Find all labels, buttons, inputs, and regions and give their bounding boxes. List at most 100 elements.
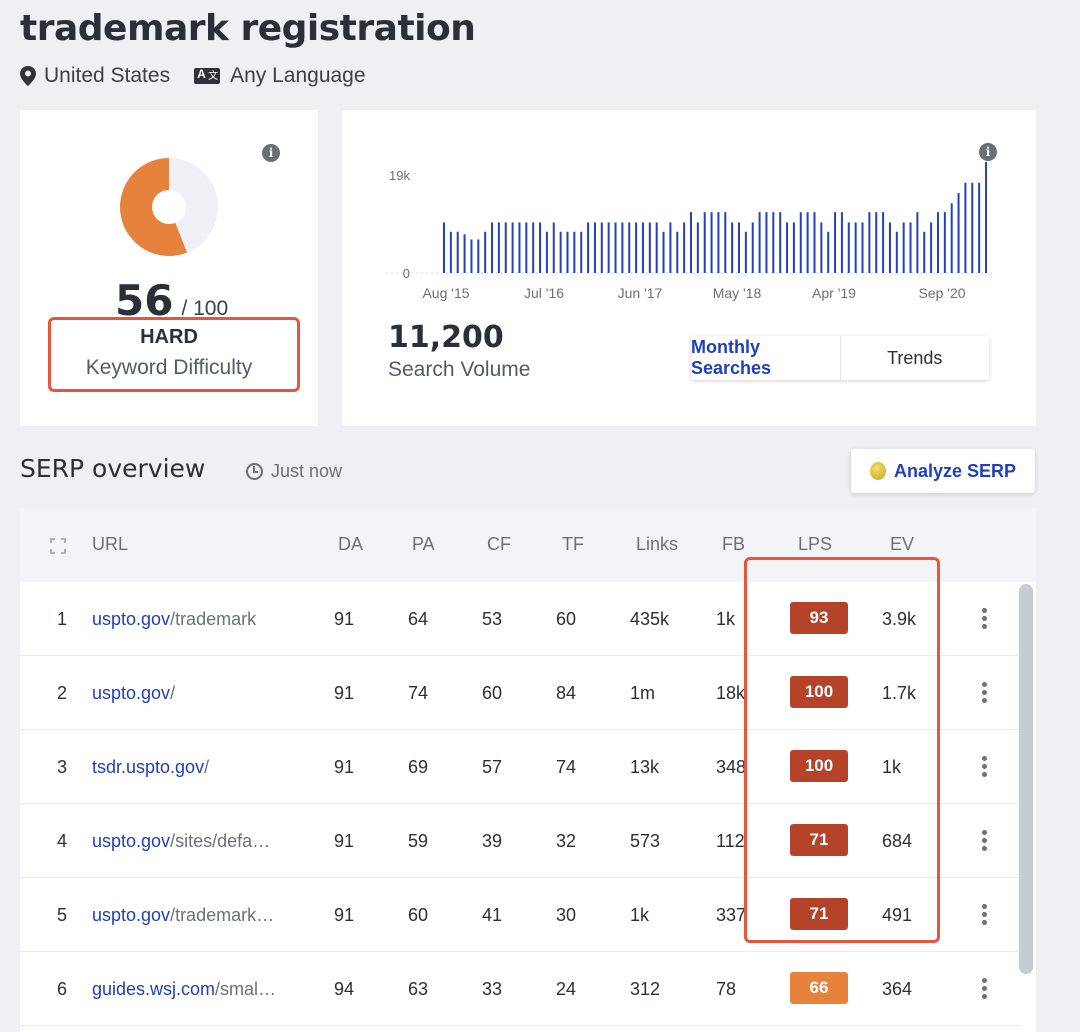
search-volume-value: 11,200 <box>388 320 504 355</box>
chart-bar <box>511 222 514 273</box>
row-url-link[interactable]: tsdr.uspto.gov/ <box>92 730 314 804</box>
clock-icon <box>246 463 263 480</box>
chart-bar <box>607 222 610 273</box>
chart-bar <box>827 231 830 273</box>
row-tf: 84 <box>556 683 577 703</box>
chart-bar <box>518 222 521 273</box>
expand-icon[interactable] <box>50 538 66 554</box>
chart-bar <box>696 222 699 273</box>
row-url-path: /smal… <box>215 979 277 999</box>
row-rank: 5 <box>57 905 68 925</box>
row-more-icon[interactable] <box>982 682 988 704</box>
row-fb: 337 <box>716 905 746 925</box>
chart-bar <box>566 231 569 273</box>
chart-bar <box>923 231 926 273</box>
row-tf: 74 <box>556 757 577 777</box>
row-rank: 6 <box>57 979 68 999</box>
row-url-domain: uspto.gov <box>92 831 171 851</box>
x-tick-label: Sep '20 <box>918 285 965 301</box>
row-more-icon[interactable] <box>982 978 988 1000</box>
row-fb: 348 <box>716 757 746 777</box>
col-tf[interactable]: TF <box>562 534 584 555</box>
row-pa: 63 <box>408 979 429 999</box>
row-cf: 60 <box>482 683 503 703</box>
chart-bar <box>882 212 885 273</box>
x-tick-label: Jun '17 <box>618 285 663 301</box>
chart-bar <box>497 222 500 273</box>
row-url-link[interactable]: guides.wsj.com/smal… <box>92 952 314 1026</box>
chart-bar <box>943 212 946 273</box>
row-more-icon[interactable] <box>982 756 988 778</box>
lps-highlight-box <box>744 557 940 943</box>
chart-bar <box>491 222 494 273</box>
row-more-icon[interactable] <box>982 904 988 926</box>
chart-bar <box>545 231 548 273</box>
chart-bar <box>786 222 789 273</box>
row-more-icon[interactable] <box>982 830 988 852</box>
col-lps[interactable]: LPS <box>798 534 832 555</box>
row-url-path: /trademark… <box>170 905 275 925</box>
x-tick-label: Aug '15 <box>422 285 469 301</box>
row-url-domain: uspto.gov <box>92 905 171 925</box>
language-label: Any Language <box>230 64 366 87</box>
chart-bar <box>703 212 706 273</box>
row-url-link[interactable]: uspto.gov/ <box>92 656 314 730</box>
search-volume-card: i 19k 0 Aug '15 Jul '16 Jun '17 May '18 Apr '1… <box>342 110 1036 426</box>
row-cf: 57 <box>482 757 503 777</box>
col-ev[interactable]: EV <box>890 534 914 555</box>
chart-tabs: Monthly Searches Trends <box>691 336 989 380</box>
row-cf: 53 <box>482 609 503 629</box>
col-fb[interactable]: FB <box>722 534 745 555</box>
row-pa: 60 <box>408 905 429 925</box>
row-tf: 24 <box>556 979 577 999</box>
chart-bar <box>525 222 528 273</box>
analyze-serp-button[interactable]: Analyze SERP <box>851 449 1035 493</box>
chart-bar <box>834 212 837 273</box>
chart-bar <box>957 193 960 273</box>
chart-bar <box>738 222 741 273</box>
col-links[interactable]: Links <box>636 534 678 555</box>
chart-bar <box>930 222 933 273</box>
translate-icon <box>194 67 221 84</box>
row-url-path: / <box>204 757 210 777</box>
gauge-hole <box>152 190 186 224</box>
chart-bar <box>847 222 850 273</box>
tab-trends[interactable]: Trends <box>841 336 990 380</box>
serp-timestamp: Just now <box>246 461 342 482</box>
table-scrollbar[interactable] <box>1019 584 1033 974</box>
x-tick-label: Jul '16 <box>524 285 564 301</box>
row-url-link[interactable]: uspto.gov/trademark <box>92 582 314 656</box>
row-url-link[interactable]: uspto.gov/sites/defa… <box>92 804 314 878</box>
chart-bar <box>552 222 555 273</box>
chart-bar <box>916 212 919 273</box>
keyword-difficulty-card: i 56 / 100 HARD Keyword Difficulty <box>20 110 318 426</box>
chart-bar <box>683 222 686 273</box>
tab-monthly-searches[interactable]: Monthly Searches <box>691 336 841 380</box>
chart-bar <box>641 222 644 273</box>
row-url-link[interactable]: uspto.gov/trademark… <box>92 878 314 952</box>
serp-time-label: Just now <box>271 461 343 481</box>
row-da: 94 <box>334 979 355 999</box>
chart-bar <box>580 231 583 273</box>
keyword-title: trademark registration <box>20 8 476 49</box>
row-pa: 59 <box>408 831 429 851</box>
chart-bar <box>779 212 782 273</box>
col-cf[interactable]: CF <box>487 534 511 555</box>
chart-bar <box>559 231 562 273</box>
row-rank: 1 <box>57 609 68 629</box>
col-url[interactable]: URL <box>92 534 128 555</box>
row-more-icon[interactable] <box>982 608 988 630</box>
row-pa: 64 <box>408 609 429 629</box>
location-label: United States <box>44 64 171 87</box>
search-volume-label: Search Volume <box>388 358 531 381</box>
col-pa[interactable]: PA <box>412 534 435 555</box>
col-da[interactable]: DA <box>338 534 363 555</box>
chart-bar <box>717 212 720 273</box>
chart-bar <box>648 222 651 273</box>
row-url-domain: tsdr.uspto.gov <box>92 757 205 777</box>
row-cf: 33 <box>482 979 503 999</box>
x-tick-label: Apr '19 <box>812 285 856 301</box>
chart-bar <box>504 222 507 273</box>
chart-bar <box>621 222 624 273</box>
chart-bar <box>456 231 459 273</box>
